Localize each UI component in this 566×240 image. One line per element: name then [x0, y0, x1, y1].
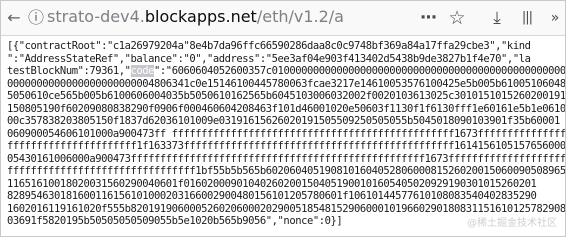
json-line: 150805190f60209080838290f0906f0004606042…	[7, 102, 565, 115]
json-line: 11651610018020031560290040601f0160200090…	[7, 177, 537, 190]
site-info-icon[interactable]: ⓘ	[25, 8, 47, 28]
address-bar[interactable]: strato-dev4.blockapps.net/eth/v1.2/a	[47, 5, 409, 29]
json-line: 0000000000000000000000004806341c0e151461…	[7, 77, 565, 90]
page-actions-menu-icon[interactable]: ···	[416, 8, 440, 28]
highlighted-code-key: code	[130, 65, 155, 77]
json-line: 5050610ce565b005b6100606004035b505061016…	[7, 90, 565, 102]
browser-window: ← ⓘ strato-dev4.blockapps.net/eth/v1.2/a…	[0, 0, 566, 237]
back-arrow-icon[interactable]: ←	[3, 8, 25, 28]
bookmark-star-icon[interactable]: ☆	[445, 8, 469, 28]
json-line: ffffffffffffffffffffffffffffffff1bf55b5b…	[7, 165, 565, 177]
url-fade-overlay	[369, 5, 409, 29]
url-path: /eth/v1.2/a	[256, 7, 344, 26]
json-response-text: [{"contractRoot":"c1a26979204a"8e4b7da96…	[7, 40, 565, 228]
json-line: 05430161006000a900473fffffffffffffffffff…	[7, 152, 565, 165]
json-line: 1602016119161020f555b8201919060005260206…	[7, 202, 565, 215]
json-line: 060900054606101000a900473ff ffffffffffff…	[7, 127, 565, 140]
download-icon[interactable]: ⤓	[485, 8, 509, 28]
url-host: blockapps.net	[144, 7, 257, 26]
json-line: ffffffffffffffffffffff1f163373ffffffffff…	[7, 140, 565, 152]
browser-toolbar: ← ⓘ strato-dev4.blockapps.net/eth/v1.2/a…	[1, 1, 565, 36]
url-prefix: strato-dev4.	[47, 7, 145, 26]
json-line: 00c357838203805150f1837d62036101009e0319…	[7, 115, 560, 127]
json-line: testBlockNum":79361,"	[7, 65, 131, 77]
watermark: @稀土掘金技术社区	[467, 218, 557, 229]
json-line: [{"contractRoot":"c1a26979204a"8e4b7da96…	[7, 40, 531, 52]
json-line: ":"AddressStateRef","balance":"0","addre…	[7, 52, 531, 65]
page-content: [{"contractRoot":"c1a26979204a"8e4b7da96…	[1, 36, 565, 236]
library-icon[interactable]: |||	[515, 8, 539, 28]
json-line: 03691f5820195b50505050509055b5e1020b565b…	[7, 215, 343, 227]
json-line: ":"6060604052600357c01000000000000000000…	[154, 65, 565, 77]
overflow-menu-icon[interactable]: »	[543, 8, 565, 28]
json-line: 8289546301816001161561010002031660029004…	[7, 190, 537, 202]
